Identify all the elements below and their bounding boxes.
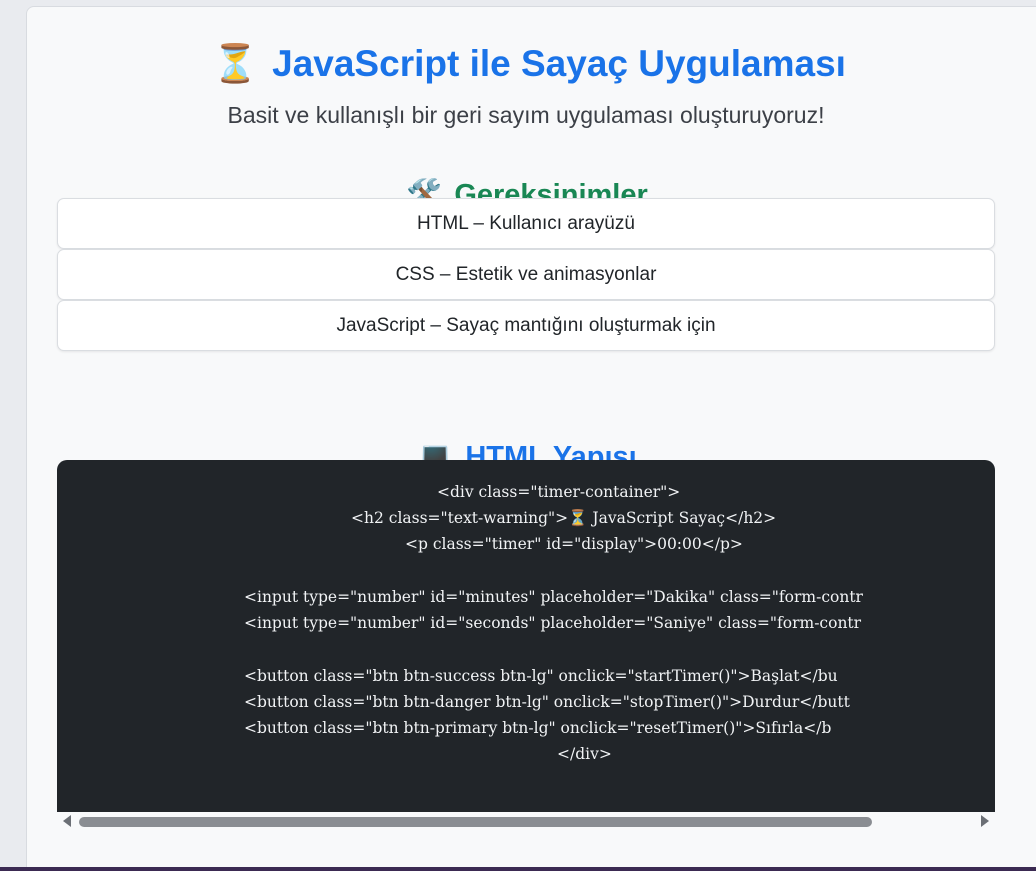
page-subtitle: Basit ve kullanışlı bir geri sayım uygul… [227,102,825,128]
code-line: <input type="number" id="minutes" placeh… [244,588,863,606]
scroll-right-arrow-icon[interactable] [981,815,989,827]
page-title-text: JavaScript ile Sayaç Uygulaması [272,43,846,84]
code-line: <input type="number" id="seconds" placeh… [244,614,862,632]
code-line: <h2 class="text-warning">⏳ JavaScript Sa… [351,509,777,527]
scrollbar-thumb[interactable] [79,817,872,827]
code-line: <button class="btn btn-danger btn-lg" on… [244,693,850,711]
scroll-left-arrow-icon[interactable] [63,815,71,827]
window-bottom-edge [0,867,1036,871]
page: ⏳ JavaScript ile Sayaç Uygulaması Basit v… [0,0,1036,871]
code-line: <button class="btn btn-success btn-lg" o… [244,667,838,685]
hourglass-icon: ⏳ [212,43,259,84]
page-title: ⏳ JavaScript ile Sayaç Uygulaması [0,40,1036,88]
code-block[interactable]: <div class="timer-container"> <h2 class=… [57,460,995,812]
code-line: </div> [557,745,612,763]
requirement-item-css: CSS – Estetik ve animasyonlar [57,249,995,300]
requirements-list: HTML – Kullanıcı arayüzü CSS – Estetik v… [57,198,995,351]
requirement-item-html: HTML – Kullanıcı arayüzü [57,198,995,249]
requirement-item-javascript: JavaScript – Sayaç mantığını oluşturmak … [57,300,995,351]
code-line: <p class="timer" id="display">00:00</p> [405,535,743,553]
code-line: <div class="timer-container"> [437,483,681,501]
code-line: <button class="btn btn-primary btn-lg" o… [244,719,832,737]
horizontal-scrollbar[interactable] [57,812,995,832]
